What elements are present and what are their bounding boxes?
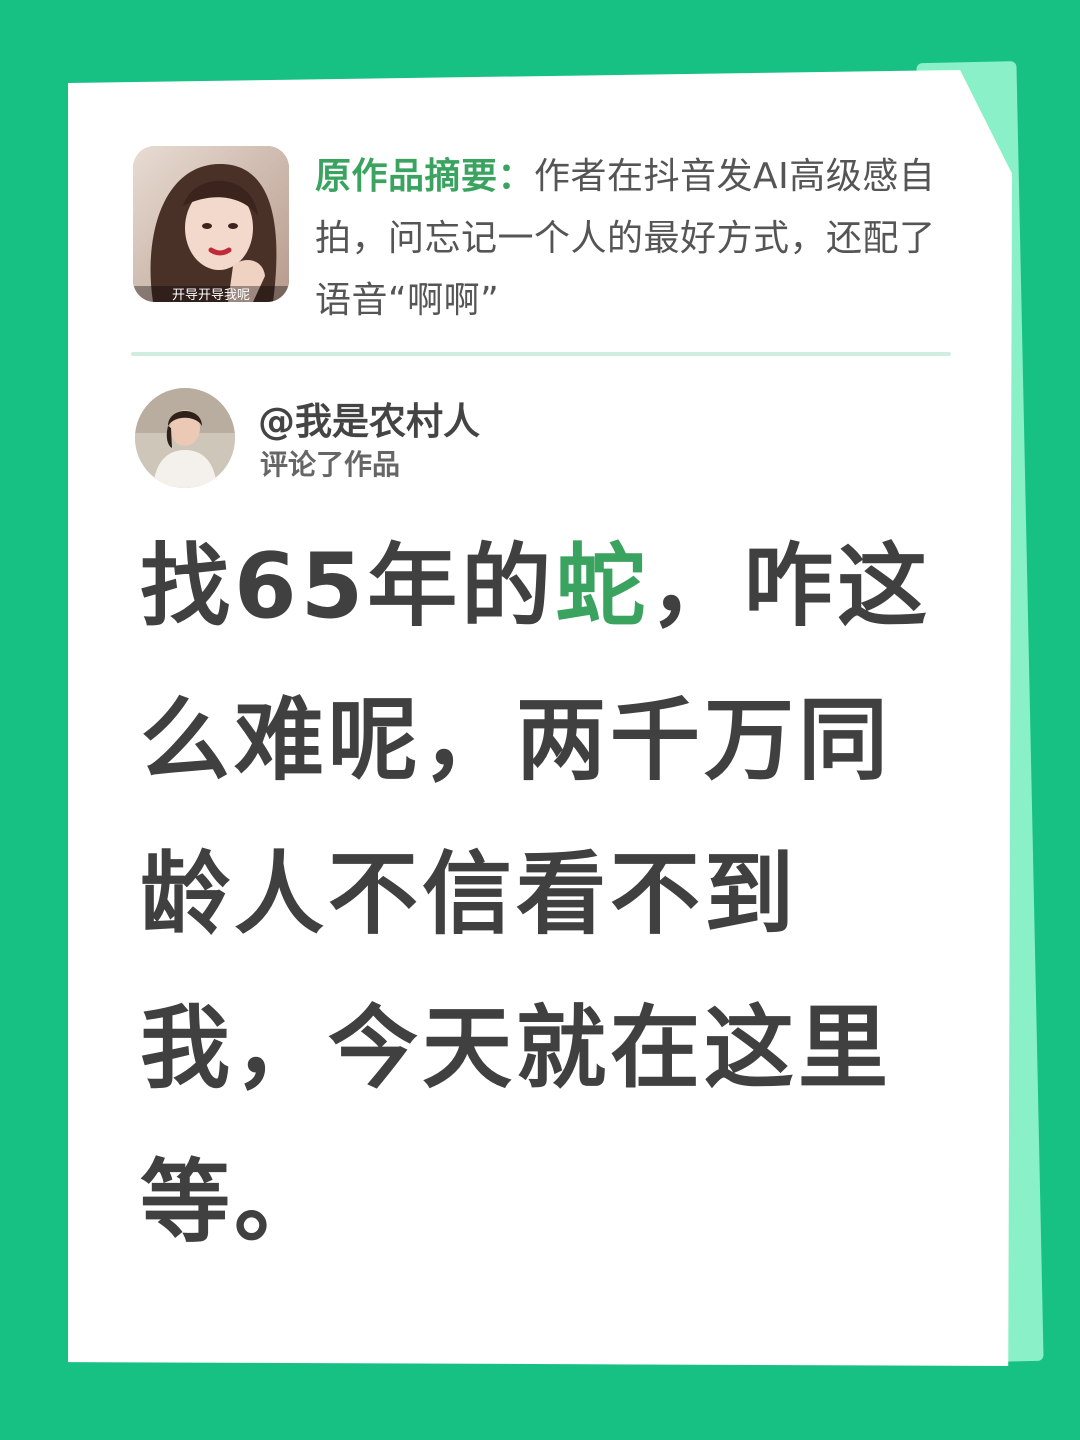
section-divider [131,352,951,356]
summary-label: 原作品摘要： [315,156,535,197]
commenter-action: 评论了作品 [260,448,401,481]
user-avatar-photo-icon [135,388,235,488]
original-work-summary: 原作品摘要：作者在抖音发AI高级感自拍，问忘记一个人的最好方式，还配了语音“啊啊… [315,146,955,332]
thumbnail-caption: 开导开导我呢 [172,288,250,302]
comment-text-start: 找65年的 [140,534,556,639]
comment-text: 找65年的蛇，咋这么难呢，两千万同龄人不信看不到我，今天就在这里等。 [140,510,960,1280]
commenter-name[interactable]: @我是农村人 [258,400,480,444]
comment-text-rest: ，咋这么难呢，两千万同龄人不信看不到我，今天就在这里等。 [140,534,932,1255]
comment-card: 开导开导我呢 原作品摘要：作者在抖音发AI高级感自拍，问忘记一个人的最好方式，还… [68,70,1012,1366]
comment-highlight-word: 蛇 [555,534,650,639]
commenter-avatar[interactable] [135,388,235,488]
portrait-photo-icon: 开导开导我呢 [133,146,289,302]
original-work-thumbnail[interactable]: 开导开导我呢 [133,146,289,302]
